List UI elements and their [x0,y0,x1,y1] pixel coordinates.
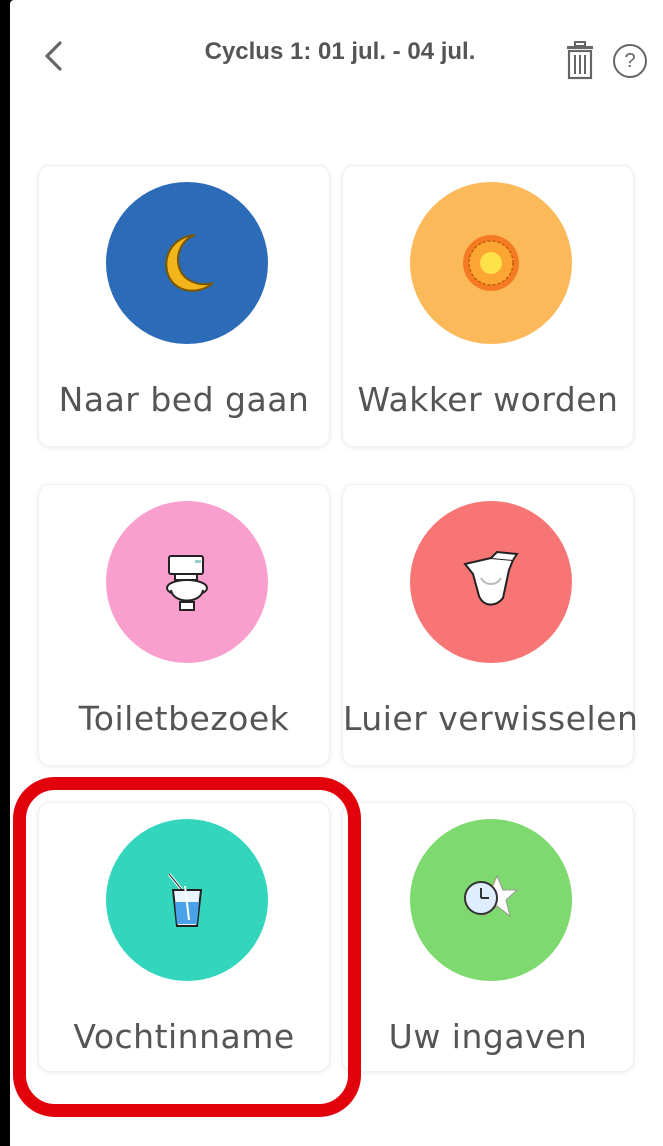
tile-label: Luier verwisselen [343,699,639,738]
tile-icon-circle [106,182,268,344]
tile-label: Naar bed gaan [58,380,310,419]
delete-button[interactable] [564,40,596,80]
tile-luier-verwisselen[interactable]: Luier verwisselen [342,484,639,766]
page-title: Cyclus 1: 01 jul. - 04 jul. [204,38,476,65]
help-button[interactable]: ? [613,44,647,78]
tile-wakker-worden[interactable]: Wakker worden [342,165,634,447]
tile-icon-circle [410,501,572,663]
tile-uw-ingaven[interactable]: Uw ingaven [342,802,634,1072]
diaper-icon [463,550,519,606]
tile-naar-bed-gaan[interactable]: Naar bed gaan [38,165,330,447]
header: Cyclus 1: 01 jul. - 04 jul. ? [10,0,663,120]
back-button[interactable] [38,40,70,72]
highlight-annotation [13,777,361,1117]
moon-icon [165,234,214,292]
tile-icon-circle [410,182,572,344]
tile-label: Wakker worden [357,380,619,419]
trash-icon [567,41,593,80]
tile-icon-circle [410,819,572,981]
chevron-left-icon [45,41,62,71]
clock-star-icon [464,874,519,918]
toilet-icon [166,555,208,611]
sun-icon [463,235,519,291]
tile-label: Toiletbezoek [78,699,290,738]
tile-label: Uw ingaven [388,1017,588,1056]
tile-icon-circle [106,501,268,663]
tile-toiletbezoek[interactable]: Toiletbezoek [38,484,330,766]
